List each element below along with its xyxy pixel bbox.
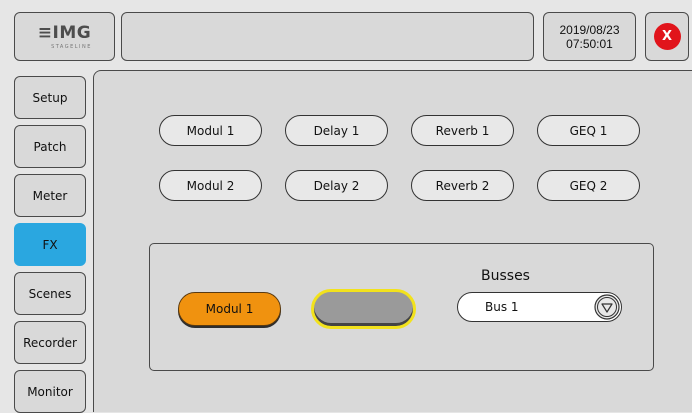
title-display bbox=[121, 12, 534, 61]
clock-display: 2019/08/23 07:50:01 bbox=[543, 12, 636, 61]
close-button[interactable]: X bbox=[653, 23, 681, 50]
fx-geq-2-button[interactable]: GEQ 2 bbox=[537, 170, 640, 201]
nav-setup-button[interactable]: Setup bbox=[14, 76, 86, 119]
busses-label: Busses bbox=[481, 268, 530, 284]
nav-monitor-button[interactable]: Monitor bbox=[14, 370, 86, 413]
logo-subtitle: STAGELINE bbox=[51, 43, 92, 50]
nav-scenes-button[interactable]: Scenes bbox=[14, 272, 86, 315]
nav-fx-button[interactable]: FX bbox=[14, 223, 86, 266]
fx-geq-1-button[interactable]: GEQ 1 bbox=[537, 115, 640, 146]
fx-modul-1-button[interactable]: Modul 1 bbox=[159, 115, 262, 146]
fx-reverb-1-button[interactable]: Reverb 1 bbox=[411, 115, 514, 146]
nav-patch-button[interactable]: Patch bbox=[14, 125, 86, 168]
date-text: 2019/08/23 bbox=[559, 22, 620, 37]
bus-dropdown[interactable]: Bus 1 bbox=[457, 292, 622, 322]
close-button-container: X bbox=[645, 12, 689, 61]
time-text: 07:50:01 bbox=[566, 36, 613, 51]
bus-dropdown-value: Bus 1 bbox=[485, 300, 519, 314]
chevron-down-icon[interactable] bbox=[594, 294, 620, 320]
logo-wordmark: ≡IMG bbox=[37, 22, 92, 43]
logo: ≡IMG STAGELINE bbox=[14, 12, 115, 61]
target-slot-button[interactable] bbox=[311, 289, 416, 329]
nav-meter-button[interactable]: Meter bbox=[14, 174, 86, 217]
selected-module-button[interactable]: Modul 1 bbox=[178, 292, 281, 326]
nav-recorder-button[interactable]: Recorder bbox=[14, 321, 86, 364]
fx-delay-1-button[interactable]: Delay 1 bbox=[285, 115, 388, 146]
fx-reverb-2-button[interactable]: Reverb 2 bbox=[411, 170, 514, 201]
fx-delay-2-button[interactable]: Delay 2 bbox=[285, 170, 388, 201]
fx-modul-2-button[interactable]: Modul 2 bbox=[159, 170, 262, 201]
